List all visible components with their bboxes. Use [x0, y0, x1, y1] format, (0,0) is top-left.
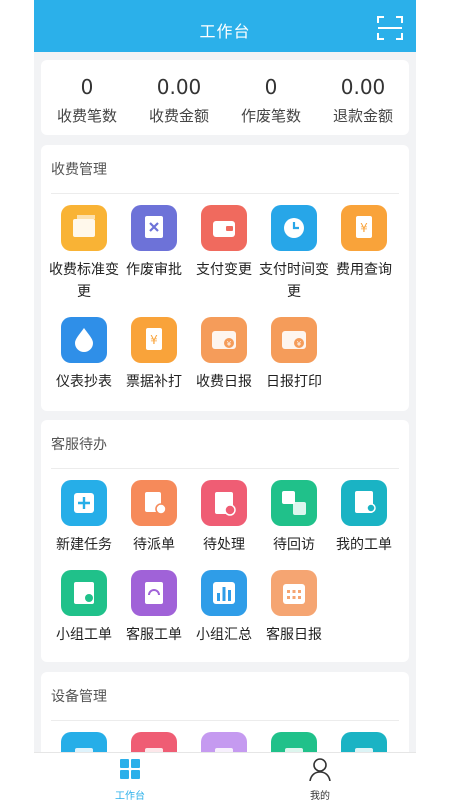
stat-label: 作废笔数	[240, 107, 301, 125]
tab-label: 我的	[310, 791, 330, 800]
stat-value: 0	[264, 75, 278, 99]
stat-value: 0.00	[156, 75, 202, 99]
person-icon	[309, 758, 331, 782]
tile-item[interactable]: 待派单	[119, 480, 189, 556]
bar-chart-icon	[201, 570, 247, 616]
tile-label: 待派单	[133, 537, 175, 553]
void-approve-icon	[131, 205, 177, 251]
tile-item[interactable]: 待处理	[189, 480, 259, 556]
tile-label: 费用查询	[336, 262, 392, 278]
grid-icon	[120, 759, 140, 779]
tile-item[interactable]: ¥ 票据补打	[119, 317, 189, 393]
tile-item[interactable]: 作废审批	[119, 205, 189, 281]
tile-item[interactable]: 小组工单	[49, 570, 119, 646]
stat-value: 0	[80, 75, 94, 99]
tile-label: 支付时间变更	[259, 262, 329, 300]
tile-label: 小组工单	[56, 627, 112, 643]
stat-void-count[interactable]: 0 作废笔数	[225, 74, 317, 128]
tile-label: 收费日报	[196, 374, 252, 390]
tile-label: 待处理	[203, 537, 245, 553]
water-drop-icon	[61, 317, 107, 363]
dispatch-icon	[131, 480, 177, 526]
section-charge-management: 收费管理 收费标准变更 作废审批 支付变更 支付时间变更 ¥ 费用查询 仪表抄表 ¥ 票据补打 ¥…	[41, 145, 409, 411]
blocks-icon	[271, 480, 317, 526]
group-doc-icon	[61, 570, 107, 616]
tile-label: 我的工单	[336, 537, 392, 553]
top-bar: 工作台	[34, 0, 416, 52]
tile-item[interactable]: 新建任务	[49, 480, 119, 556]
tile-item[interactable]: 仪表抄表	[49, 317, 119, 393]
tile-item[interactable]: 客服工单	[119, 570, 189, 646]
clipboard-alert-icon	[201, 480, 247, 526]
tile-item[interactable]: 客服日报	[259, 570, 329, 646]
section-title: 客服待办	[51, 437, 107, 453]
tile-label: 客服工单	[126, 627, 182, 643]
svg-text:¥: ¥	[360, 221, 368, 235]
tile-item[interactable]: 支付变更	[189, 205, 259, 281]
app-screen: 工作台 0 收费笔数 0.00 收费金额 0 作废笔数 0.00 退款金额 收费…	[34, 0, 416, 800]
section-title: 设备管理	[51, 689, 107, 705]
section-customer-service-todo: 客服待办 新建任务 待派单 待处理 待回访 我的工单小组工单 客服工单 小组汇总 客服日报	[41, 420, 409, 662]
bottom-tab-bar: 工作台 我的	[34, 752, 416, 800]
divider	[51, 720, 399, 721]
tile-item[interactable]: ¥ 日报打印	[259, 317, 329, 393]
stat-label: 退款金额	[332, 107, 393, 125]
tile-label: 仪表抄表	[56, 374, 112, 390]
yen-doc-icon: ¥	[341, 205, 387, 251]
tile-item[interactable]: 小组汇总	[189, 570, 259, 646]
yen-card-icon: ¥	[201, 317, 247, 363]
tile-label: 小组汇总	[196, 627, 252, 643]
folder-icon	[61, 205, 107, 251]
wallet-icon	[201, 205, 247, 251]
clock-icon	[271, 205, 317, 251]
yen-receipt-icon: ¥	[131, 317, 177, 363]
tile-item[interactable]: 待回访	[259, 480, 329, 556]
plus-icon	[61, 480, 107, 526]
tile-item[interactable]: ¥ 费用查询	[329, 205, 399, 281]
stat-label: 收费金额	[148, 107, 209, 125]
tab-workbench[interactable]: 工作台	[90, 757, 170, 800]
tile-item[interactable]: 我的工单	[329, 480, 399, 556]
stats-card: 0 收费笔数 0.00 收费金额 0 作废笔数 0.00 退款金额	[41, 60, 409, 135]
stat-label: 收费笔数	[56, 107, 117, 125]
tile-item[interactable]: 支付时间变更	[259, 205, 329, 303]
tile-label: 客服日报	[266, 627, 322, 643]
tab-label: 工作台	[115, 791, 145, 800]
tile-label: 新建任务	[56, 537, 112, 553]
section-title: 收费管理	[51, 162, 107, 178]
divider	[51, 468, 399, 469]
tile-label: 支付变更	[196, 262, 252, 278]
tile-label: 票据补打	[126, 374, 182, 390]
svg-text:¥: ¥	[227, 340, 232, 348]
headset-icon	[131, 570, 177, 616]
stat-charge-amount[interactable]: 0.00 收费金额	[133, 74, 225, 128]
yen-card-icon: ¥	[271, 317, 317, 363]
tile-label: 收费标准变更	[49, 262, 119, 300]
scan-icon[interactable]	[376, 14, 404, 42]
svg-text:¥: ¥	[297, 340, 302, 348]
tile-item[interactable]: 收费标准变更	[49, 205, 119, 303]
calendar-icon	[271, 570, 317, 616]
tile-label: 作废审批	[126, 262, 182, 278]
svg-text:¥: ¥	[150, 333, 158, 347]
tab-mine[interactable]: 我的	[280, 757, 360, 800]
tile-item[interactable]: ¥ 收费日报	[189, 317, 259, 393]
tile-label: 日报打印	[266, 374, 322, 390]
divider	[51, 193, 399, 194]
page-title: 工作台	[199, 22, 251, 41]
stat-charge-count[interactable]: 0 收费笔数	[41, 74, 133, 128]
user-doc-icon	[341, 480, 387, 526]
tile-label: 待回访	[273, 537, 315, 553]
stat-value: 0.00	[340, 75, 386, 99]
stat-refund-amount[interactable]: 0.00 退款金额	[317, 74, 409, 128]
